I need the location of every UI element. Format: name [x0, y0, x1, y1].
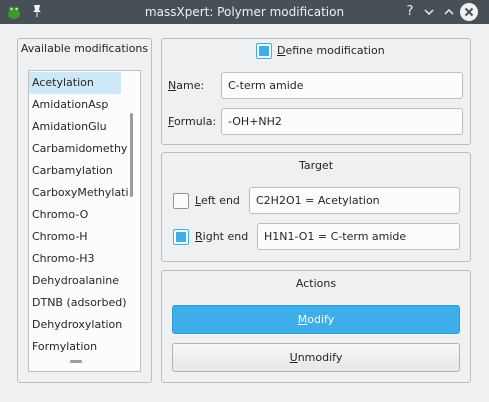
right-end-field[interactable]: H1N1-O1 = C-term amide — [257, 223, 460, 250]
modification-list-item[interactable]: Carbamylation — [29, 160, 129, 182]
formula-label: Formula: — [168, 115, 217, 128]
close-icon[interactable] — [460, 3, 478, 21]
modification-list-item[interactable]: Chromo-H — [29, 226, 129, 248]
define-modification-checkbox[interactable] — [256, 43, 272, 59]
vertical-scrollbar[interactable] — [130, 113, 133, 197]
actions-title: Actions — [295, 277, 337, 290]
massxpert-app-icon — [8, 6, 20, 19]
formula-field[interactable]: -OH+NH2 — [221, 108, 463, 135]
horizontal-scrollbar[interactable] — [70, 360, 82, 363]
right-end-checkbox[interactable] — [173, 229, 189, 245]
modification-list-item[interactable]: CarboxyMethylati — [29, 182, 129, 204]
left-end-label[interactable]: Left end — [195, 194, 240, 208]
left-end-field[interactable]: C2H2O1 = Acetylation — [249, 187, 460, 214]
available-modifications-title: Available modifications — [20, 42, 149, 55]
name-label: Name: — [168, 79, 205, 92]
name-field[interactable]: C-term amide — [221, 72, 463, 99]
modifications-list[interactable]: Acetylation AmidationAsp AmidationGlu Carba… — [28, 70, 141, 372]
modification-list-item[interactable]: Dehydroalanine — [29, 270, 129, 292]
modification-list-item[interactable]: Chromo-H3 — [29, 248, 129, 270]
modification-list-item[interactable]: Carbamidomethy — [29, 138, 129, 160]
modification-list-item[interactable]: Chromo-O — [29, 204, 129, 226]
modification-list-item[interactable]: Dehydroxylation — [29, 314, 129, 336]
define-modification-label[interactable]: Define modification — [277, 44, 385, 58]
title-bar: massXpert: Polymer modification ? — [0, 0, 489, 24]
window-title: massXpert: Polymer modification — [144, 5, 345, 19]
modify-button[interactable]: Modify — [172, 305, 460, 334]
modification-list-item[interactable]: Formylation — [29, 336, 129, 358]
pin-icon[interactable] — [31, 4, 45, 20]
modification-list-item[interactable]: AmidationAsp — [29, 94, 129, 116]
unmodify-button[interactable]: Unmodify — [172, 343, 460, 372]
modification-list-item[interactable]: AmidationGlu — [29, 116, 129, 138]
right-end-label[interactable]: Right end — [195, 230, 248, 244]
target-title: Target — [298, 159, 334, 172]
minimize-icon[interactable] — [420, 3, 438, 21]
maximize-icon[interactable] — [440, 3, 458, 21]
left-end-checkbox[interactable] — [173, 193, 189, 209]
modification-list-item[interactable]: DTNB (adsorbed) — [29, 292, 129, 314]
modification-list-item[interactable]: Acetylation — [29, 72, 121, 94]
help-icon[interactable]: ? — [401, 3, 419, 21]
